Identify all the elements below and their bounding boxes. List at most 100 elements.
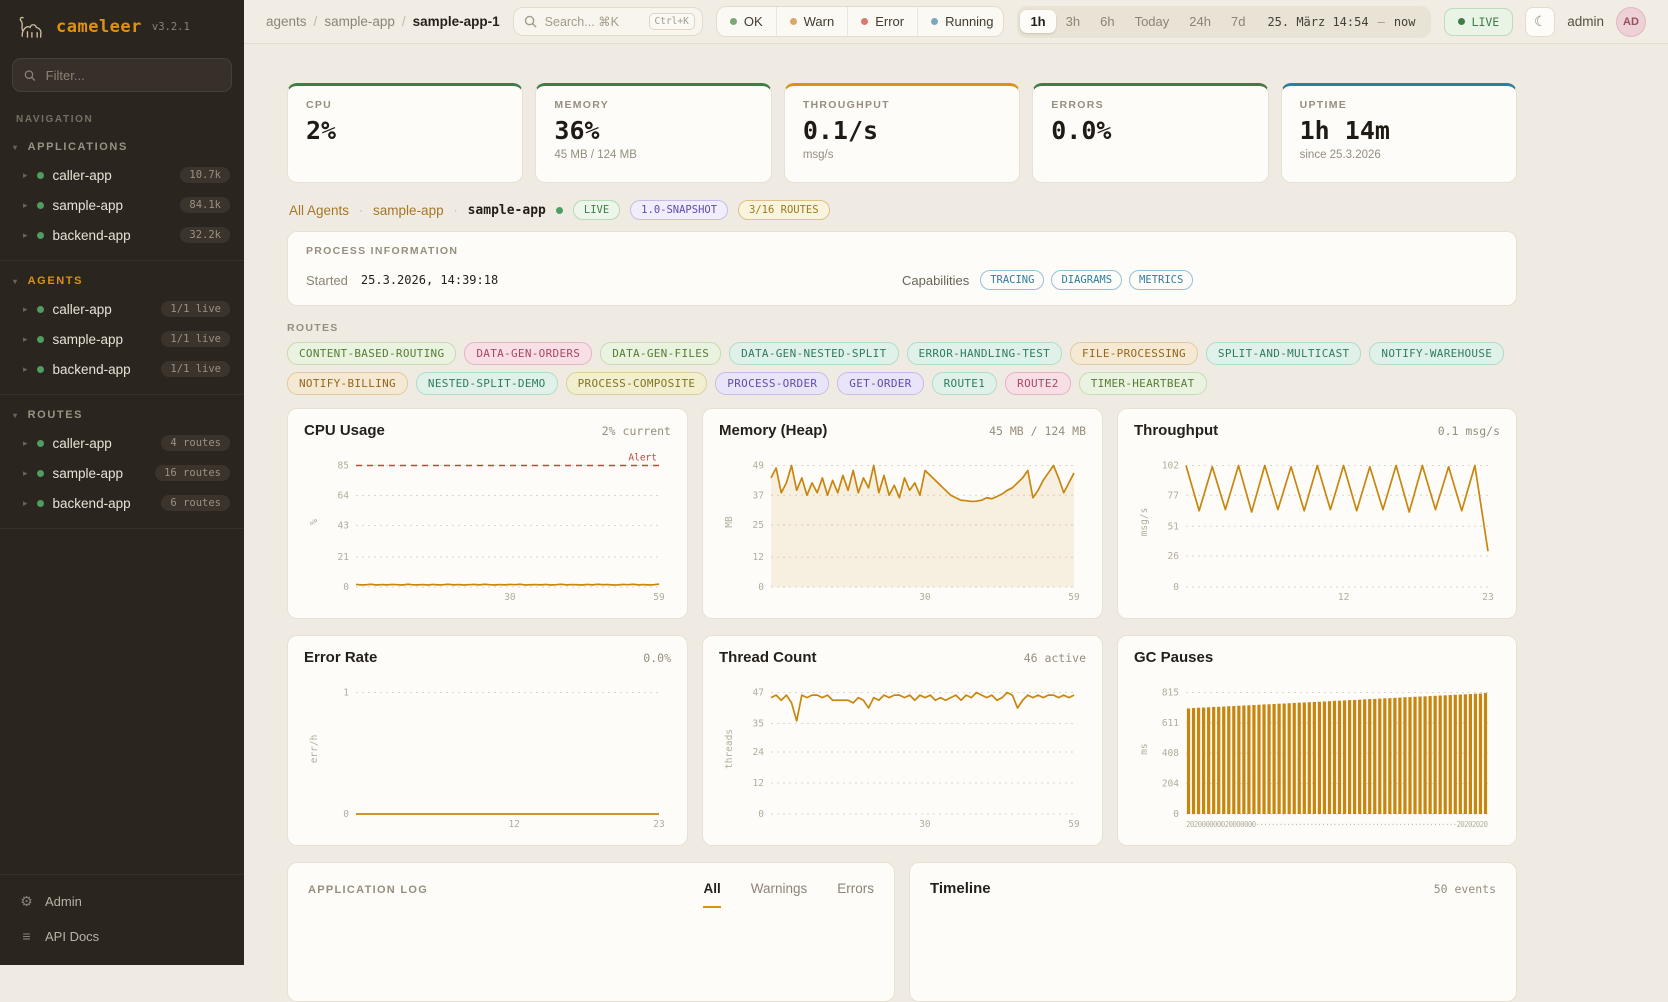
sidebar-item-agent-backend[interactable]: ▸ backend-app 1/1 live — [0, 354, 244, 384]
range-6h[interactable]: 6h — [1090, 10, 1124, 33]
global-search[interactable]: Search... ⌘K Ctrl+K — [513, 7, 703, 36]
route-tag[interactable]: GET-ORDER — [837, 372, 923, 395]
sidebar-item-app-sample[interactable]: ▸ sample-app 84.1k — [0, 190, 244, 220]
svg-text:49: 49 — [753, 461, 765, 472]
route-tag[interactable]: ROUTE2 — [1005, 372, 1071, 395]
status-filter-running[interactable]: Running — [917, 7, 1004, 36]
route-tag[interactable]: ROUTE1 — [932, 372, 998, 395]
sidebar-item-api-docs[interactable]: ≡ API Docs — [0, 919, 244, 953]
item-badge: 16 routes — [155, 465, 230, 481]
svg-text:threads: threads — [724, 729, 735, 769]
route-tag[interactable]: NOTIFY-WAREHOUSE — [1369, 342, 1504, 365]
sidebar-spacer — [0, 529, 244, 874]
svg-text:37: 37 — [753, 490, 764, 501]
avatar[interactable]: AD — [1616, 7, 1646, 37]
brand-version: v3.2.1 — [152, 21, 190, 33]
svg-text:30: 30 — [504, 592, 516, 603]
metric-card-throughput[interactable]: THROUGHPUT 0.1/s msg/s — [784, 83, 1020, 183]
sidebar-item-routes-caller[interactable]: ▸ caller-app 4 routes — [0, 428, 244, 458]
sidebar-item-app-caller[interactable]: ▸ caller-app 10.7k — [0, 160, 244, 190]
range-7d[interactable]: 7d — [1221, 10, 1255, 33]
sidebar-item-agent-sample[interactable]: ▸ sample-app 1/1 live — [0, 324, 244, 354]
route-tag[interactable]: NESTED-SPLIT-DEMO — [416, 372, 558, 395]
svg-text:1: 1 — [343, 688, 349, 699]
date-range[interactable]: 25. März 14:54 — now — [1255, 15, 1427, 29]
route-tag[interactable]: ERROR-HANDLING-TEST — [907, 342, 1063, 365]
sidebar-filter[interactable] — [12, 58, 232, 92]
context-link-sample-app[interactable]: sample-app — [373, 203, 444, 218]
context-link-all-agents[interactable]: All Agents — [289, 203, 349, 218]
breadcrumb-agents[interactable]: agents — [266, 14, 307, 29]
item-label: caller-app — [53, 436, 112, 451]
item-label: caller-app — [53, 302, 112, 317]
range-24h[interactable]: 24h — [1179, 10, 1221, 33]
range-3h[interactable]: 3h — [1056, 10, 1090, 33]
sidebar-item-routes-sample[interactable]: ▸ sample-app 16 routes — [0, 458, 244, 488]
camel-logo-icon — [16, 13, 46, 40]
svg-text:408: 408 — [1162, 748, 1179, 759]
metric-label: MEMORY — [554, 99, 752, 111]
item-label: backend-app — [53, 362, 131, 377]
time-range-group: 1h 3h 6h Today 24h 7d 25. März 14:54 — n… — [1017, 6, 1430, 38]
route-tag[interactable]: SPLIT-AND-MULTICAST — [1206, 342, 1362, 365]
metric-value: 2% — [306, 116, 504, 145]
group-header-applications[interactable]: ▾ APPLICATIONS — [0, 136, 244, 160]
route-tag[interactable]: CONTENT-BASED-ROUTING — [287, 342, 456, 365]
route-tag[interactable]: DATA-GEN-FILES — [600, 342, 721, 365]
range-today[interactable]: Today — [1125, 10, 1180, 33]
svg-text:ms: ms — [1139, 743, 1150, 754]
svg-text:MB: MB — [724, 516, 735, 528]
status-dot — [37, 202, 44, 209]
chart-title: Throughput — [1134, 422, 1218, 439]
route-tag[interactable]: NOTIFY-BILLING — [287, 372, 408, 395]
live-indicator[interactable]: LIVE — [1444, 8, 1514, 36]
error-rate-chart: 01err/h1223 — [304, 672, 671, 830]
route-tag[interactable]: FILE-PROCESSING — [1070, 342, 1198, 365]
svg-text:21: 21 — [338, 552, 350, 563]
item-badge: 32.2k — [180, 227, 230, 243]
range-1h[interactable]: 1h — [1020, 10, 1055, 33]
tab-warnings[interactable]: Warnings — [751, 881, 808, 908]
route-tag[interactable]: TIMER-HEARTBEAT — [1079, 372, 1207, 395]
user-name: admin — [1567, 14, 1604, 29]
breadcrumb-sample-app[interactable]: sample-app — [324, 14, 395, 29]
started-label: Started — [306, 273, 348, 288]
metric-card-uptime[interactable]: UPTIME 1h 14m since 25.3.2026 — [1281, 83, 1517, 183]
sidebar-item-app-backend[interactable]: ▸ backend-app 32.2k — [0, 220, 244, 250]
metric-card-memory[interactable]: MEMORY 36% 45 MB / 124 MB — [535, 83, 771, 183]
warn-dot — [790, 18, 797, 25]
route-tags: CONTENT-BASED-ROUTING DATA-GEN-ORDERS DA… — [287, 342, 1517, 395]
status-filter-error[interactable]: Error — [847, 7, 917, 36]
metric-card-errors[interactable]: ERRORS 0.0% — [1032, 83, 1268, 183]
brand[interactable]: cameleer v3.2.1 — [0, 0, 244, 50]
sidebar-item-routes-backend[interactable]: ▸ backend-app 6 routes — [0, 488, 244, 518]
context-separator: · — [454, 203, 458, 217]
metric-card-cpu[interactable]: CPU 2% — [287, 83, 523, 183]
error-dot — [861, 18, 868, 25]
caret-down-icon: ▾ — [13, 277, 19, 286]
timeline-panel: Timeline 50 events — [909, 862, 1517, 1002]
group-header-routes[interactable]: ▾ ROUTES — [0, 404, 244, 428]
tab-errors[interactable]: Errors — [837, 881, 874, 908]
status-dot — [37, 232, 44, 239]
svg-text:12: 12 — [753, 778, 764, 789]
route-tag[interactable]: DATA-GEN-ORDERS — [464, 342, 592, 365]
metric-sub: since 25.3.2026 — [1300, 149, 1498, 162]
filter-input[interactable] — [44, 67, 220, 84]
route-tag[interactable]: PROCESS-COMPOSITE — [566, 372, 708, 395]
status-filter-ok[interactable]: OK — [717, 7, 776, 36]
context-current-agent: sample-app — [468, 203, 546, 218]
svg-text:51: 51 — [1168, 521, 1180, 532]
route-tag[interactable]: PROCESS-ORDER — [715, 372, 829, 395]
metric-value: 0.0% — [1051, 116, 1249, 145]
item-badge: 1/1 live — [161, 361, 230, 377]
theme-toggle-button[interactable]: ☾ — [1525, 7, 1555, 37]
status-filter-warn[interactable]: Warn — [776, 7, 848, 36]
svg-text:35: 35 — [753, 719, 764, 730]
sidebar-item-admin[interactable]: ⚙ Admin — [0, 884, 244, 919]
sidebar-item-agent-caller[interactable]: ▸ caller-app 1/1 live — [0, 294, 244, 324]
group-header-agents[interactable]: ▾ AGENTS — [0, 270, 244, 294]
tab-all[interactable]: All — [703, 881, 720, 908]
running-dot — [931, 18, 938, 25]
route-tag[interactable]: DATA-GEN-NESTED-SPLIT — [729, 342, 898, 365]
